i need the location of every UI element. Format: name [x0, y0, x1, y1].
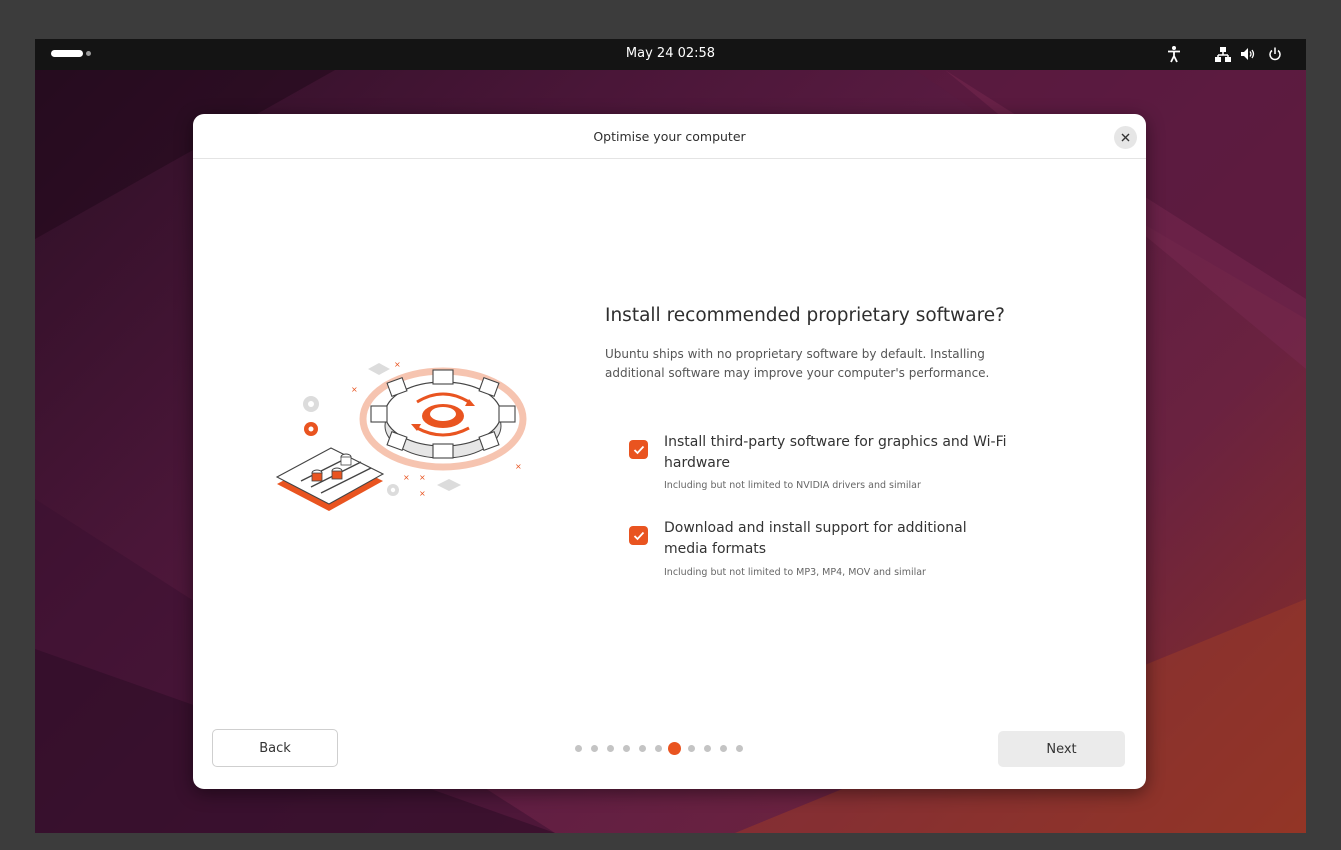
- option-label[interactable]: Download and install support for additio…: [664, 518, 1034, 560]
- progress-dot: [623, 745, 630, 752]
- checkmark-icon: [633, 445, 644, 454]
- svg-text:×: ×: [419, 489, 426, 498]
- page-description: Ubuntu ships with no proprietary softwar…: [605, 347, 990, 380]
- progress-dot-current: [668, 742, 681, 755]
- third-party-checkbox[interactable]: [629, 440, 648, 459]
- option-label[interactable]: Install third-party software for graphic…: [664, 432, 1034, 474]
- power-icon[interactable]: [1268, 45, 1282, 65]
- close-button[interactable]: [1114, 126, 1137, 149]
- progress-dot: [639, 745, 646, 752]
- option-sublabel: Including but not limited to NVIDIA driv…: [664, 480, 921, 491]
- optimise-illustration: × × × × × ×: [275, 360, 527, 511]
- svg-text:×: ×: [403, 473, 410, 482]
- svg-text:×: ×: [351, 385, 358, 394]
- svg-text:×: ×: [419, 473, 426, 482]
- next-button[interactable]: Next: [998, 731, 1125, 767]
- content-area: Install recommended proprietary software…: [605, 305, 1045, 383]
- checkmark-icon: [633, 531, 644, 540]
- progress-dot: [688, 745, 695, 752]
- option-sublabel: Including but not limited to MP3, MP4, M…: [664, 567, 926, 578]
- back-button[interactable]: Back: [212, 729, 338, 767]
- progress-dot: [704, 745, 711, 752]
- progress-dot: [575, 745, 582, 752]
- installer-dialog: Optimise your computer × × × × × × Insta…: [193, 114, 1146, 789]
- svg-text:×: ×: [515, 462, 522, 471]
- progress-dot: [736, 745, 743, 752]
- progress-dot: [591, 745, 598, 752]
- progress-dot: [720, 745, 727, 752]
- accessibility-icon[interactable]: [1167, 45, 1181, 65]
- progress-dot: [607, 745, 614, 752]
- network-icon[interactable]: [1215, 45, 1231, 65]
- dialog-title: Optimise your computer: [593, 129, 746, 144]
- media-formats-checkbox[interactable]: [629, 526, 648, 545]
- dialog-header: Optimise your computer: [193, 114, 1146, 159]
- progress-dot: [655, 745, 662, 752]
- svg-text:×: ×: [394, 360, 401, 369]
- desktop: May 24 02:58 Optimise your computer × × …: [35, 39, 1306, 833]
- clock[interactable]: May 24 02:58: [35, 46, 1306, 61]
- page-heading: Install recommended proprietary software…: [605, 305, 1005, 326]
- close-icon: [1121, 133, 1130, 142]
- top-bar: May 24 02:58: [35, 39, 1306, 70]
- volume-icon[interactable]: [1240, 45, 1256, 65]
